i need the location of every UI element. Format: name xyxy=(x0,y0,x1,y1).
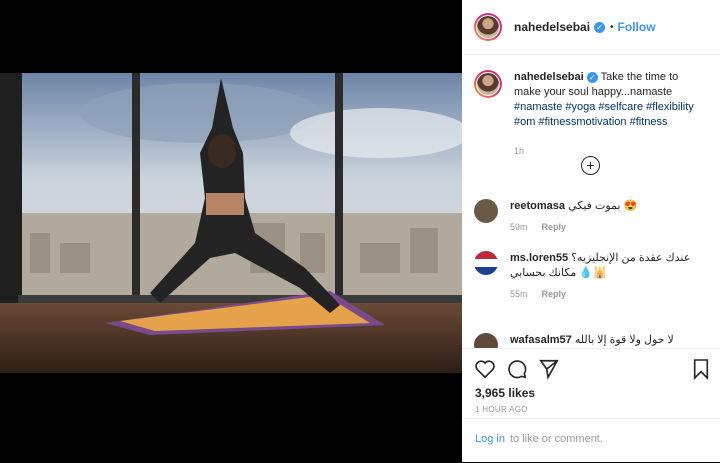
comment-item: wafasalm57 لا حول ولا قوة إلا بالله xyxy=(474,333,708,348)
load-more-comments-icon[interactable]: + xyxy=(581,156,600,175)
avatar[interactable] xyxy=(474,199,498,223)
comments-area[interactable]: nahedelsebai ✓ Take the time to make you… xyxy=(462,55,720,348)
hashtag-link[interactable]: #fitnessmotivation xyxy=(538,116,626,128)
bookmark-icon[interactable] xyxy=(692,358,710,380)
post-header: nahedelsebai ✓ • Follow xyxy=(462,0,720,55)
reply-button[interactable]: Reply xyxy=(542,222,567,232)
post-time: 1 HOUR AGO xyxy=(475,405,528,414)
heart-icon[interactable] xyxy=(474,358,496,380)
avatar[interactable] xyxy=(474,333,498,348)
comment-username[interactable]: wafasalm57 xyxy=(510,334,572,346)
comment-text: بموت فيكي 😍 xyxy=(568,200,638,212)
comment-username[interactable]: ms.loren55 xyxy=(510,252,568,264)
reply-button[interactable]: Reply xyxy=(542,289,567,299)
comment-time: 55m xyxy=(510,289,528,299)
likes-count[interactable]: 3,965 likes xyxy=(475,386,535,400)
comment-username[interactable]: reetomasa xyxy=(510,200,565,212)
verified-badge-icon: ✓ xyxy=(586,71,598,83)
verified-badge-icon: ✓ xyxy=(594,21,606,33)
post-media xyxy=(0,0,462,462)
hashtag-link[interactable]: #fitness xyxy=(630,116,668,128)
comment-item: ms.loren55 عندك عقدة من الإنجليزيه؟ مكان… xyxy=(474,251,708,302)
comment-text: لا حول ولا قوة إلا بالله xyxy=(574,334,674,346)
share-icon[interactable] xyxy=(538,358,560,380)
separator-dot: • xyxy=(610,21,614,33)
hashtag-link[interactable]: #flexibility xyxy=(646,101,694,113)
comment-icon[interactable] xyxy=(506,358,528,380)
hashtag-link[interactable]: #yoga xyxy=(565,101,595,113)
comment-item: reetomasa بموت فيكي 😍 59m Reply xyxy=(474,199,708,235)
action-bar: 3,965 likes 1 HOUR AGO xyxy=(462,348,720,419)
login-text: to like or comment. xyxy=(510,433,603,445)
hashtag-link[interactable]: #namaste xyxy=(514,101,562,113)
comment-time: 59m xyxy=(510,222,528,232)
login-prompt: Log in to like or comment. xyxy=(462,418,720,463)
follow-button[interactable]: Follow xyxy=(618,20,656,34)
avatar[interactable] xyxy=(474,251,498,275)
hashtag-link[interactable]: #selfcare xyxy=(598,101,643,113)
yoga-photo xyxy=(0,73,462,373)
caption-timestamp: 1h xyxy=(514,146,525,156)
post-sidebar: nahedelsebai ✓ • Follow nahedelsebai ✓ T… xyxy=(462,0,720,462)
caption: nahedelsebai ✓ Take the time to make you… xyxy=(474,70,708,159)
avatar[interactable] xyxy=(474,13,502,41)
avatar[interactable] xyxy=(474,70,502,98)
caption-username[interactable]: nahedelsebai xyxy=(514,71,584,83)
login-link[interactable]: Log in xyxy=(475,433,505,445)
hashtag-link[interactable]: #om xyxy=(514,116,535,128)
header-username[interactable]: nahedelsebai xyxy=(514,20,590,34)
